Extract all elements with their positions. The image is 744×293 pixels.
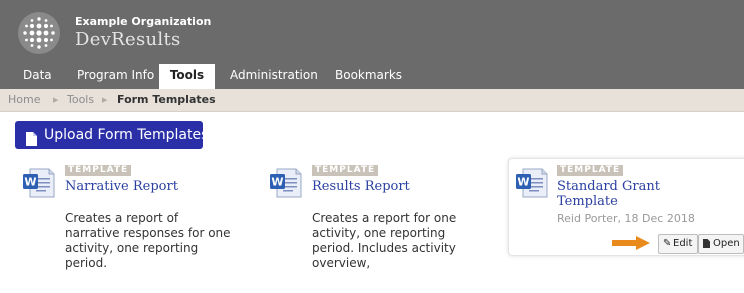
breadcrumb-separator-icon: ▶ (53, 96, 59, 104)
nav-item-bookmarks[interactable]: Bookmarks (335, 64, 402, 89)
upload-button-label: Upload Form Templates (44, 127, 209, 143)
svg-text:W: W (517, 176, 529, 189)
template-tag: TEMPLATE (65, 165, 132, 176)
template-author-date: Reid Porter, 18 Dec 2018 (557, 212, 695, 225)
template-description: Creates a report for one activity, one r… (312, 211, 457, 270)
open-button-label: Open (713, 238, 740, 249)
breadcrumb-tools[interactable]: Tools (67, 89, 94, 111)
template-card-results-report: W TEMPLATE Results Report Creates a repo… (262, 160, 490, 270)
word-document-icon: W (269, 168, 302, 202)
main-nav: Data Program Info Tools Administration B… (0, 64, 744, 89)
app-name: DevResults (75, 29, 181, 50)
document-icon (703, 235, 710, 253)
word-document-icon: W (22, 168, 55, 202)
breadcrumb-separator-icon: ▶ (102, 96, 108, 104)
edit-button[interactable]: ✎ Edit (658, 234, 698, 254)
nav-item-data[interactable]: Data (23, 64, 52, 89)
svg-text:W: W (24, 176, 36, 189)
template-description: Creates a report of narrative responses … (65, 211, 231, 270)
breadcrumb-home[interactable]: Home (8, 89, 40, 111)
template-card-narrative-report: W TEMPLATE Narrative Report Creates a re… (15, 160, 243, 270)
breadcrumb-current: Form Templates (117, 93, 216, 106)
template-title-link[interactable]: Results Report (312, 179, 482, 194)
organization-name: Example Organization (75, 15, 212, 28)
upload-form-templates-button[interactable]: Upload Form Templates (15, 121, 208, 149)
nav-item-tools[interactable]: Tools (159, 64, 215, 89)
svg-text:W: W (271, 176, 283, 189)
template-tag: TEMPLATE (312, 165, 379, 176)
template-title-link[interactable]: Narrative Report (65, 179, 235, 194)
arrow-right-icon (612, 235, 650, 254)
open-button[interactable]: Open (698, 234, 744, 254)
pencil-icon: ✎ (663, 238, 672, 249)
template-tag: TEMPLATE (557, 165, 624, 176)
app-header: Example Organization DevResults (0, 0, 744, 64)
template-title-link[interactable]: Standard Grant Template (557, 179, 677, 209)
breadcrumb: Home ▶ Tools ▶ Form Templates (0, 89, 744, 112)
document-icon (26, 128, 37, 156)
edit-button-label: Edit (673, 238, 693, 249)
nav-item-program-info[interactable]: Program Info (77, 64, 154, 89)
nav-item-administration[interactable]: Administration (230, 64, 318, 89)
word-document-icon: W (515, 168, 548, 202)
globe-logo-icon[interactable] (18, 12, 60, 54)
